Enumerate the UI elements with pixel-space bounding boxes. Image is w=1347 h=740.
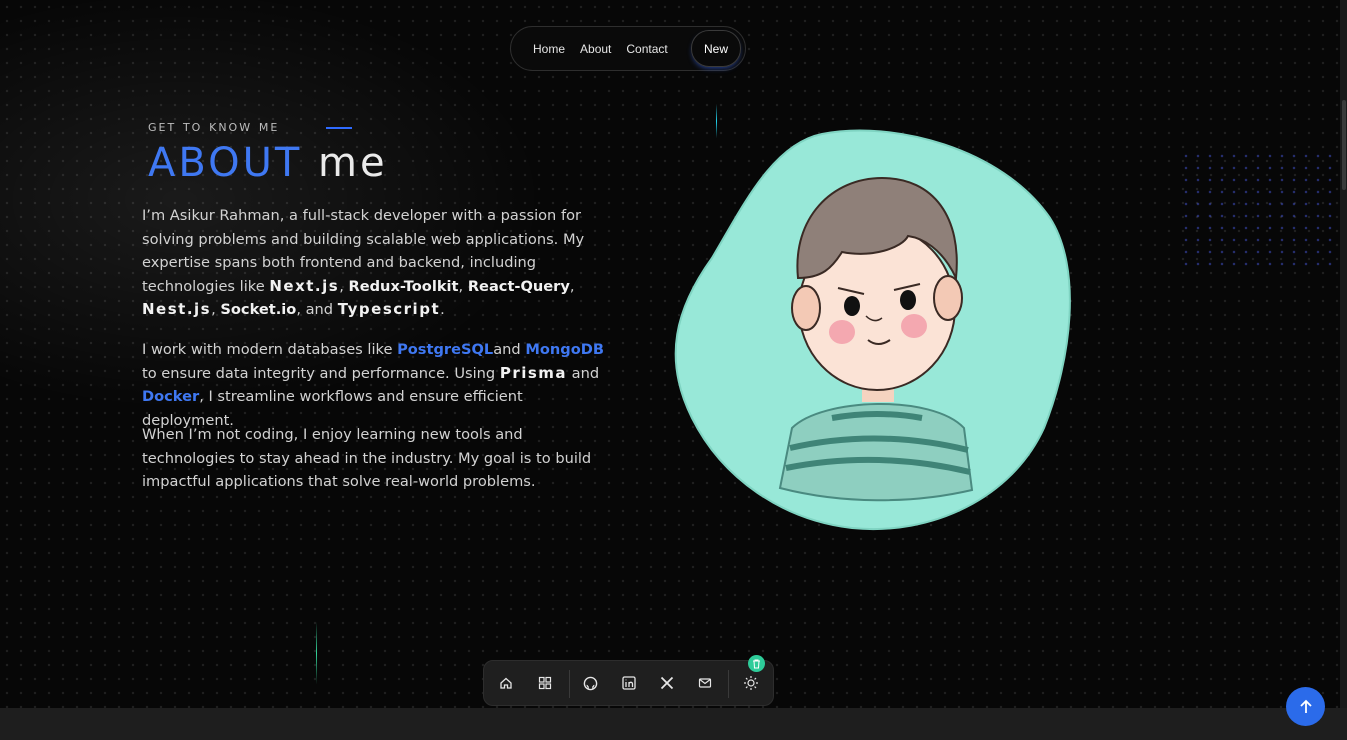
avatar-illustration — [674, 129, 1071, 530]
sun-icon[interactable] — [739, 671, 763, 695]
p1-sep-3: , — [569, 277, 575, 295]
next-section-edge — [0, 708, 1347, 740]
tool-docker: Docker — [142, 388, 200, 405]
tech-socketio: Socket.io — [220, 301, 297, 318]
p1-end: . — [440, 301, 445, 318]
p2-mid: and — [493, 341, 526, 358]
tech-nestjs: Nest.js — [142, 300, 212, 318]
tech-nextjs: Next.js — [269, 276, 340, 295]
bottom-dock — [483, 660, 774, 706]
db-postgresql: PostgreSQL — [397, 341, 494, 358]
nav-home-link[interactable]: Home — [533, 42, 565, 56]
mail-icon[interactable] — [693, 671, 717, 695]
scrollbar-thumb[interactable] — [1342, 100, 1346, 190]
github-icon[interactable] — [578, 671, 602, 695]
decorative-dot-grid — [1180, 150, 1340, 270]
nav-new-button[interactable]: New — [690, 30, 741, 67]
linkedin-icon[interactable] — [617, 671, 641, 695]
p2-mid-3: and — [567, 364, 600, 382]
title-me: me — [318, 140, 388, 186]
p2-mid-2: to ensure data integrity and performance… — [142, 364, 500, 382]
title-about: ABOUT — [148, 140, 303, 186]
db-mongodb: MongoDB — [525, 341, 604, 358]
dock-divider — [569, 670, 570, 698]
about-paragraph-1: I’m Asikur Rahman, a full-stack develope… — [142, 204, 607, 322]
eyebrow-accent-line — [326, 127, 352, 129]
dock-divider — [728, 670, 729, 698]
scroll-to-top-button[interactable] — [1286, 687, 1325, 726]
decorative-glow-line — [316, 622, 317, 684]
nav-about-link[interactable]: About — [580, 42, 611, 56]
section-title: ABOUT me — [148, 140, 388, 186]
top-navigation: Home About Contact New — [510, 26, 746, 71]
p2-intro: I work with modern databases like — [142, 341, 398, 358]
arrow-up-icon — [1299, 699, 1312, 713]
tech-typescript: Typescript — [337, 300, 441, 318]
section-eyebrow: get to know me — [148, 117, 280, 135]
about-paragraph-2: I work with modern databases like Postgr… — [142, 338, 607, 432]
about-paragraph-3: When I’m not coding, I enjoy learning ne… — [142, 426, 592, 490]
tool-prisma: Prisma — [499, 363, 568, 382]
p1-sep-4: , — [211, 301, 221, 318]
p1-sep-2: , — [458, 277, 468, 295]
avatar-sweater — [778, 403, 974, 502]
home-icon[interactable] — [494, 671, 518, 695]
tech-redux-toolkit: Redux-Toolkit — [348, 277, 459, 295]
nav-contact-link[interactable]: Contact — [626, 42, 667, 56]
grid-icon[interactable] — [533, 671, 557, 695]
x-icon[interactable] — [655, 671, 679, 695]
p1-sep-5: , and — [296, 301, 338, 318]
tech-react-query: React-Query — [467, 277, 570, 295]
trash-icon[interactable] — [748, 655, 765, 672]
